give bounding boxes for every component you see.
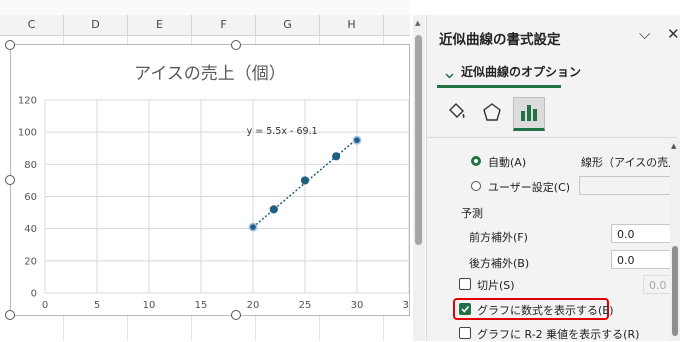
divider — [427, 137, 677, 138]
paint-bucket-icon — [449, 103, 465, 118]
x-tick-label: 5 — [94, 300, 100, 311]
y-tick-label: 120 — [18, 96, 37, 107]
column-header-bar: C D E F G H — [0, 15, 410, 36]
column-header-g[interactable]: G — [256, 15, 320, 35]
x-tick-label: 0 — [42, 300, 48, 311]
y-tick-label: 0 — [31, 289, 37, 300]
show-equation-label[interactable]: グラフに数式を表示する(E) — [477, 302, 614, 318]
column-header-c[interactable]: C — [0, 15, 64, 35]
column-header-d[interactable]: D — [64, 15, 128, 35]
resize-handle-bottom[interactable] — [231, 310, 241, 320]
x-tick-label: 20 — [247, 300, 260, 311]
show-r2-label[interactable]: グラフに R-2 乗値を表示する(R) — [477, 326, 639, 342]
sheet-scrollbar-thumb[interactable] — [415, 35, 422, 245]
intercept-label[interactable]: 切片(S) — [477, 277, 515, 293]
y-tick-label: 60 — [24, 192, 37, 203]
trendline-options-header[interactable]: 近似曲線のオプション — [461, 63, 581, 80]
pentagon-icon — [483, 103, 501, 121]
x-tick-label: 30 — [351, 300, 364, 311]
trendline-options-tab[interactable] — [513, 97, 545, 131]
auto-name-value: 線形（アイスの売上 — [581, 156, 680, 169]
auto-label[interactable]: 自動(A) — [488, 154, 526, 170]
chevron-down-icon[interactable]: ⌵ — [639, 25, 650, 43]
scroll-up-icon[interactable]: ▲ — [415, 19, 420, 27]
x-tick-label: 35 — [403, 300, 409, 311]
section-underline — [437, 85, 561, 88]
x-tick-label: 25 — [299, 300, 312, 311]
intercept-input[interactable]: 0.0 — [643, 275, 671, 294]
column-header-e[interactable]: E — [128, 15, 192, 35]
resize-handle-top-left[interactable] — [5, 40, 15, 50]
sheet-scrollbar[interactable]: ▲ — [413, 15, 425, 341]
forecast-label: 予測 — [461, 207, 483, 220]
x-tick-label: 15 — [195, 300, 208, 311]
custom-name-input[interactable] — [579, 176, 671, 195]
formula-area — [0, 0, 410, 16]
fill-line-tab[interactable] — [441, 97, 471, 127]
resize-handle-left[interactable] — [5, 175, 15, 185]
data-point[interactable] — [269, 205, 278, 214]
y-tick-label: 100 — [18, 128, 37, 139]
y-tick-label: 20 — [24, 256, 37, 267]
section-chevron-down-icon[interactable] — [445, 65, 454, 84]
checkmark-icon — [461, 305, 470, 313]
scroll-up-icon[interactable]: ▲ — [671, 142, 676, 150]
custom-label[interactable]: ユーザー設定(C) — [488, 179, 570, 195]
backward-input[interactable]: 0.0 — [611, 250, 671, 269]
format-trendline-pane: 近似曲線の書式設定 ⌵ ✕ 近似曲線のオプション 自動(A) 線形（アイスの売上… — [426, 15, 680, 341]
forward-label: 前方補外(F) — [469, 231, 528, 244]
trendline-equation-label[interactable]: y = 5.5x - 69.1 — [247, 126, 318, 137]
close-icon[interactable]: ✕ — [667, 25, 680, 43]
resize-handle-bottom-left[interactable] — [5, 310, 15, 320]
intercept-checkbox[interactable] — [459, 278, 471, 290]
show-r2-checkbox[interactable] — [459, 327, 471, 339]
custom-radio[interactable] — [471, 181, 481, 191]
show-equation-checkbox[interactable] — [459, 303, 471, 315]
chart-area[interactable]: アイスの売上（個） 05101520253035020406080100120y… — [10, 44, 410, 316]
bar-chart-icon — [521, 105, 537, 121]
y-tick-label: 40 — [24, 224, 37, 235]
data-point[interactable] — [248, 222, 258, 232]
x-tick-label: 10 — [143, 300, 156, 311]
pane-title: 近似曲線の書式設定 — [439, 32, 561, 48]
data-point[interactable] — [352, 135, 362, 145]
y-tick-label: 80 — [24, 160, 37, 171]
data-point[interactable] — [300, 176, 310, 185]
pane-scrollbar-thumb[interactable] — [672, 246, 678, 336]
data-point[interactable] — [332, 152, 341, 161]
forward-input[interactable]: 0.0 — [611, 224, 671, 243]
scatter-plot[interactable]: 0 5 10 15 20 25 30 35 0 20 40 60 80 100 120 y = 5.5x - … — [11, 45, 409, 315]
backward-label: 後方補外(B) — [469, 257, 530, 270]
column-header-f[interactable]: F — [192, 15, 256, 35]
resize-handle-top[interactable] — [231, 40, 241, 50]
column-header-h[interactable]: H — [320, 15, 384, 35]
pane-scrollbar[interactable]: ▲ — [670, 140, 680, 341]
auto-radio[interactable] — [471, 156, 481, 166]
effects-tab[interactable] — [477, 97, 507, 127]
